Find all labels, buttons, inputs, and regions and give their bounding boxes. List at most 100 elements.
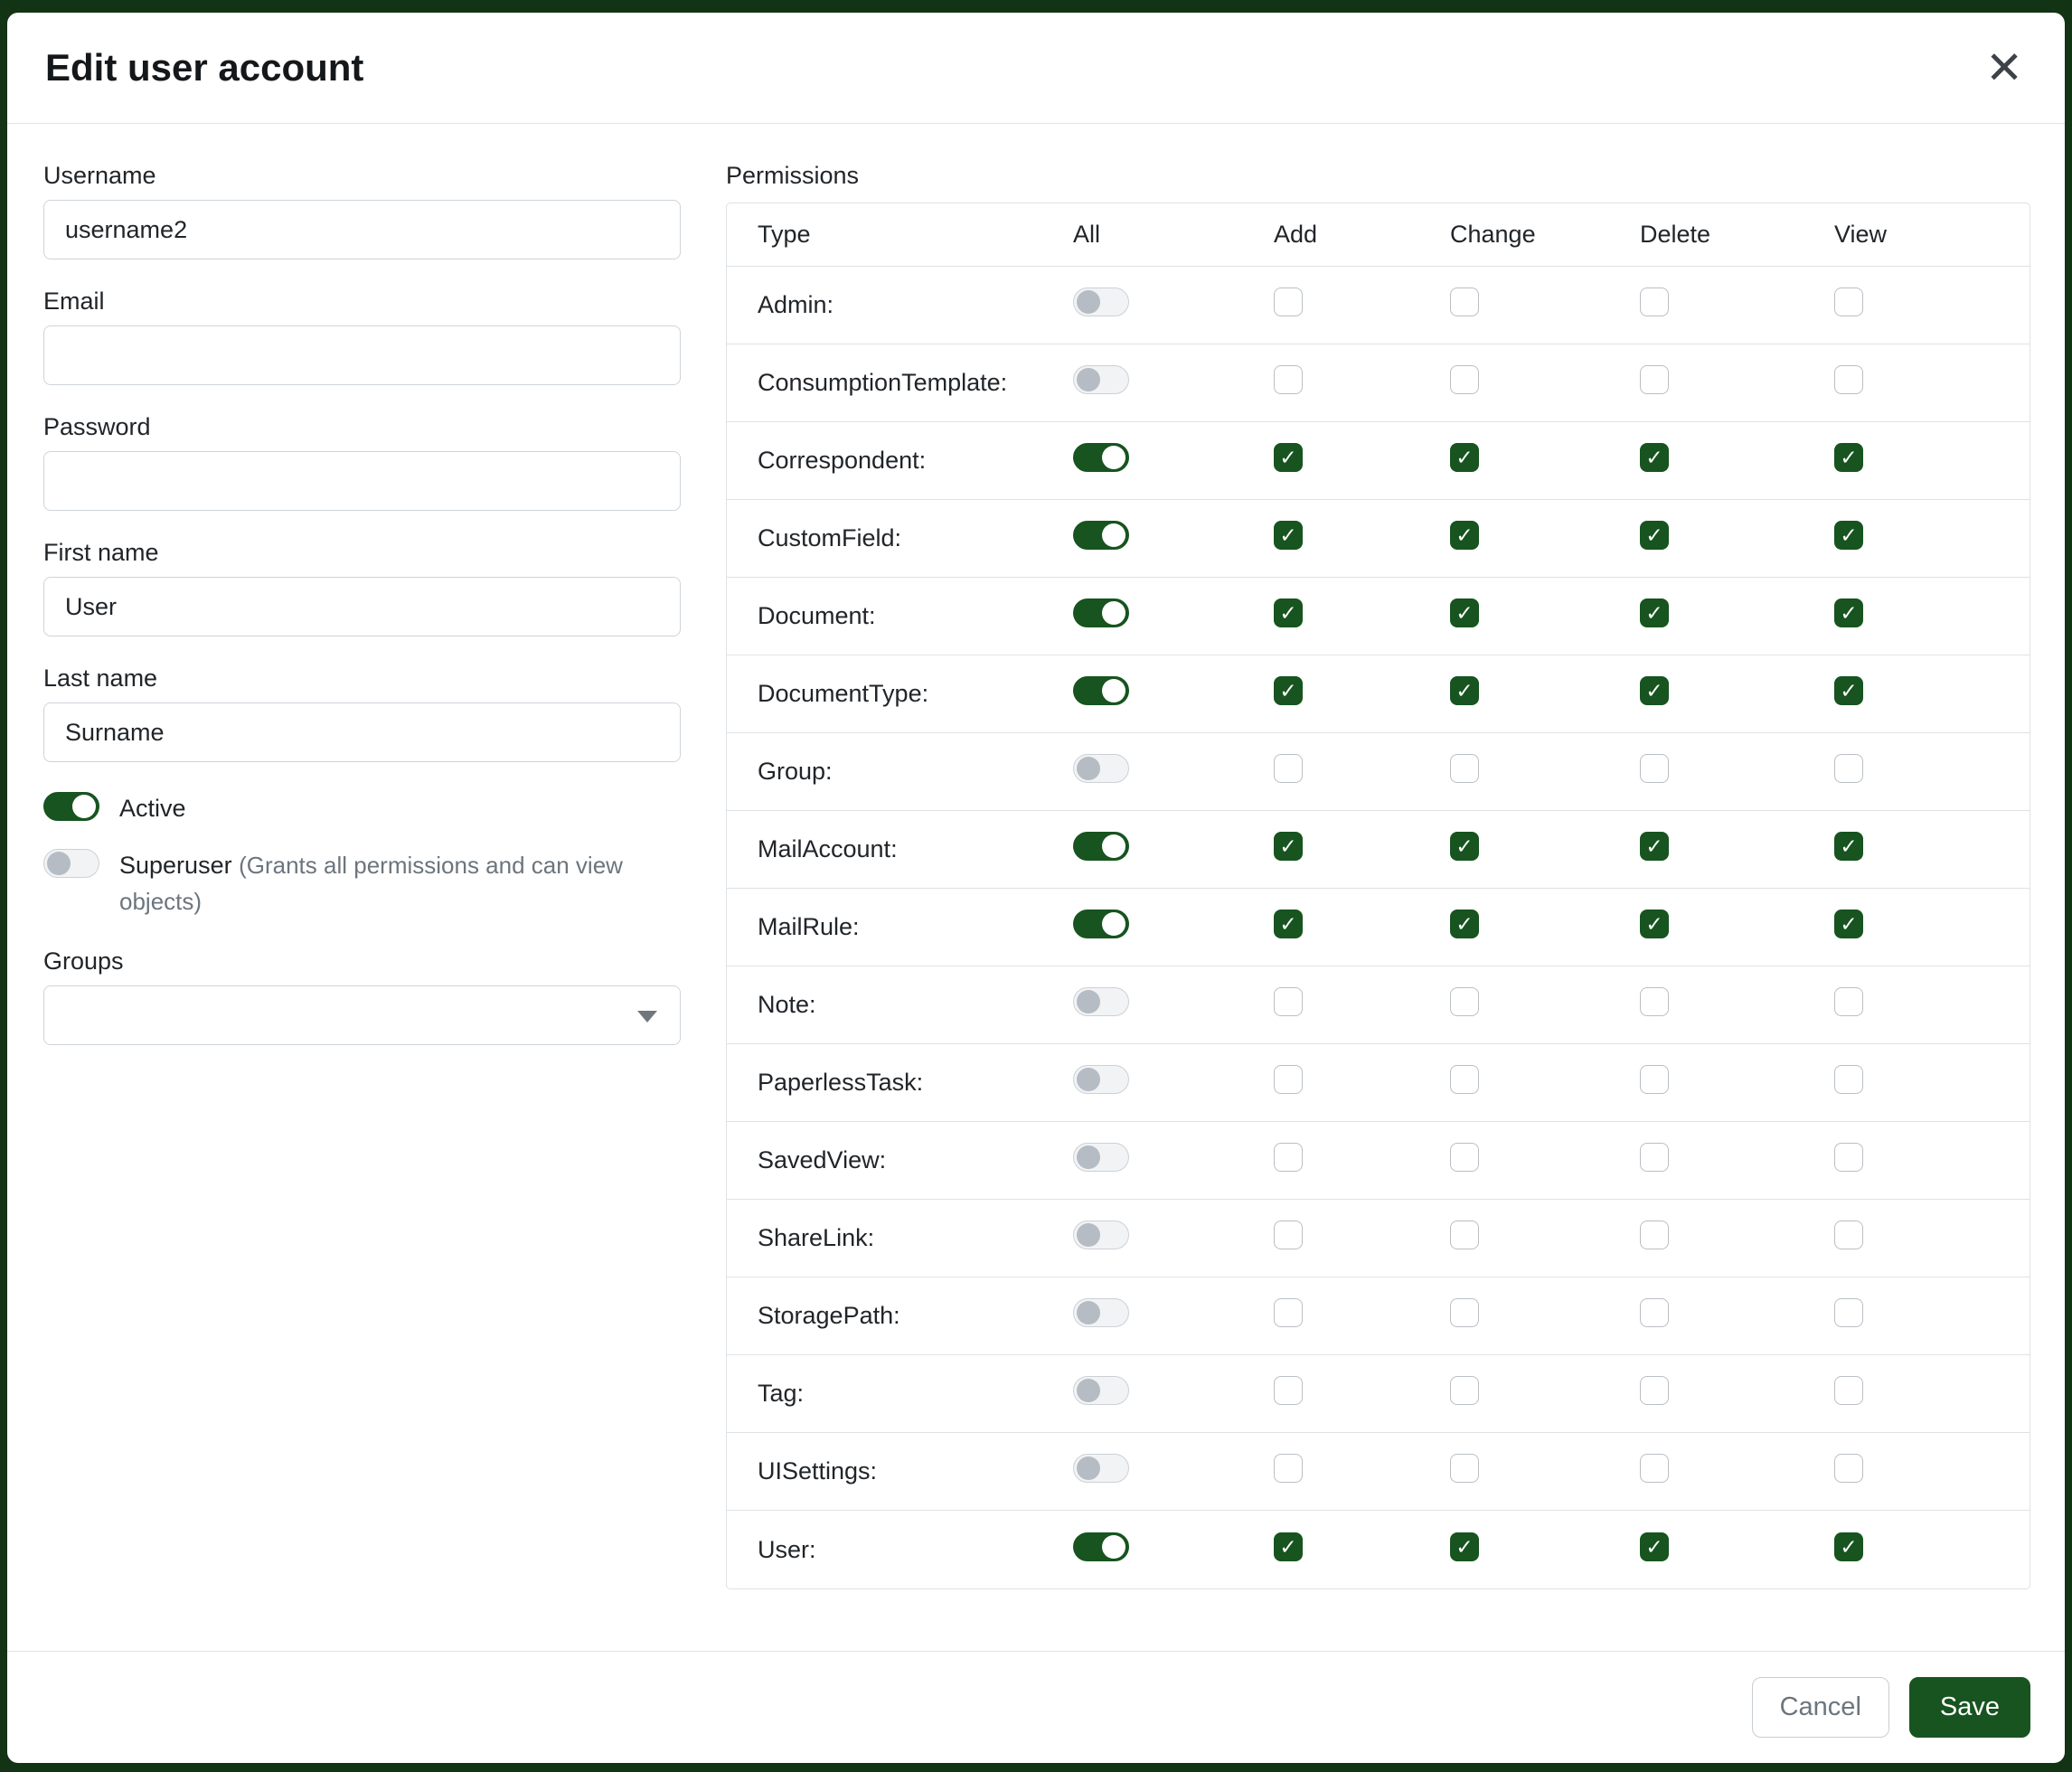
permission-delete-checkbox[interactable] — [1640, 599, 1669, 627]
permission-delete-checkbox[interactable] — [1640, 754, 1669, 783]
permission-all-toggle[interactable] — [1073, 1143, 1129, 1172]
permission-all-toggle[interactable] — [1073, 910, 1129, 938]
permission-delete-checkbox[interactable] — [1640, 443, 1669, 472]
permission-view-checkbox[interactable] — [1834, 1298, 1863, 1327]
permission-delete-checkbox[interactable] — [1640, 987, 1669, 1016]
permission-add-checkbox[interactable] — [1274, 365, 1303, 394]
permission-all-toggle[interactable] — [1073, 1376, 1129, 1405]
permission-delete-checkbox[interactable] — [1640, 521, 1669, 550]
save-button[interactable]: Save — [1909, 1677, 2030, 1738]
permission-delete-checkbox[interactable] — [1640, 676, 1669, 705]
permission-delete-checkbox[interactable] — [1640, 1298, 1669, 1327]
permission-all-toggle[interactable] — [1073, 754, 1129, 783]
permission-add-checkbox[interactable] — [1274, 1532, 1303, 1561]
active-row: Active — [43, 790, 681, 827]
permission-view-checkbox[interactable] — [1834, 521, 1863, 550]
permission-add-checkbox[interactable] — [1274, 832, 1303, 861]
permission-add-checkbox[interactable] — [1274, 521, 1303, 550]
permission-add-checkbox[interactable] — [1274, 443, 1303, 472]
permission-all-toggle[interactable] — [1073, 521, 1129, 550]
permission-delete-checkbox[interactable] — [1640, 1221, 1669, 1249]
permission-add-checkbox[interactable] — [1274, 599, 1303, 627]
last-name-field[interactable] — [43, 702, 681, 762]
permission-delete-checkbox[interactable] — [1640, 1532, 1669, 1561]
permission-all-toggle[interactable] — [1073, 1532, 1129, 1561]
permission-add-checkbox[interactable] — [1274, 910, 1303, 938]
permission-all-toggle[interactable] — [1073, 676, 1129, 705]
permission-add-checkbox[interactable] — [1274, 1221, 1303, 1249]
toggle-knob — [1077, 1379, 1100, 1402]
permission-all-toggle[interactable] — [1073, 599, 1129, 627]
permission-view-checkbox[interactable] — [1834, 1221, 1863, 1249]
groups-select[interactable] — [43, 985, 681, 1045]
permission-delete-checkbox[interactable] — [1640, 910, 1669, 938]
permission-change-checkbox[interactable] — [1450, 1143, 1479, 1172]
permission-view-checkbox[interactable] — [1834, 754, 1863, 783]
first-name-field[interactable] — [43, 577, 681, 636]
permission-add-checkbox[interactable] — [1274, 1376, 1303, 1405]
permission-view-checkbox[interactable] — [1834, 910, 1863, 938]
superuser-toggle[interactable] — [43, 849, 99, 878]
permission-change-checkbox[interactable] — [1450, 1065, 1479, 1094]
cancel-button[interactable]: Cancel — [1752, 1677, 1889, 1738]
permission-add-checkbox[interactable] — [1274, 287, 1303, 316]
permission-all-toggle[interactable] — [1073, 1298, 1129, 1327]
permission-change-checkbox[interactable] — [1450, 910, 1479, 938]
permission-delete-checkbox[interactable] — [1640, 1376, 1669, 1405]
permission-view-checkbox[interactable] — [1834, 1532, 1863, 1561]
permission-add-checkbox[interactable] — [1274, 1065, 1303, 1094]
permission-delete-checkbox[interactable] — [1640, 1065, 1669, 1094]
permission-view-checkbox[interactable] — [1834, 832, 1863, 861]
permission-all-toggle[interactable] — [1073, 832, 1129, 861]
groups-select-box[interactable] — [43, 985, 681, 1045]
permission-add-checkbox[interactable] — [1274, 987, 1303, 1016]
permission-view-checkbox[interactable] — [1834, 1376, 1863, 1405]
permission-all-toggle[interactable] — [1073, 443, 1129, 472]
permission-change-checkbox[interactable] — [1450, 599, 1479, 627]
permission-change-checkbox[interactable] — [1450, 1532, 1479, 1561]
permission-all-toggle[interactable] — [1073, 1454, 1129, 1483]
permission-change-checkbox[interactable] — [1450, 754, 1479, 783]
permission-add-checkbox[interactable] — [1274, 754, 1303, 783]
permission-change-checkbox[interactable] — [1450, 365, 1479, 394]
permission-add-checkbox[interactable] — [1274, 1454, 1303, 1483]
permission-delete-checkbox[interactable] — [1640, 832, 1669, 861]
permission-change-checkbox[interactable] — [1450, 443, 1479, 472]
permission-add-checkbox[interactable] — [1274, 1298, 1303, 1327]
permission-all-toggle[interactable] — [1073, 287, 1129, 316]
permission-view-checkbox[interactable] — [1834, 287, 1863, 316]
permission-all-toggle[interactable] — [1073, 365, 1129, 394]
permission-view-checkbox[interactable] — [1834, 599, 1863, 627]
permission-change-checkbox[interactable] — [1450, 832, 1479, 861]
permission-delete-checkbox[interactable] — [1640, 287, 1669, 316]
permission-change-checkbox[interactable] — [1450, 1298, 1479, 1327]
permission-all-toggle[interactable] — [1073, 1065, 1129, 1094]
password-field[interactable] — [43, 451, 681, 511]
permission-change-checkbox[interactable] — [1450, 521, 1479, 550]
permission-change-checkbox[interactable] — [1450, 987, 1479, 1016]
permission-view-checkbox[interactable] — [1834, 1454, 1863, 1483]
email-field[interactable] — [43, 325, 681, 385]
permission-view-checkbox[interactable] — [1834, 443, 1863, 472]
active-toggle[interactable] — [43, 792, 99, 821]
permission-view-checkbox[interactable] — [1834, 987, 1863, 1016]
permission-delete-checkbox[interactable] — [1640, 1454, 1669, 1483]
permission-change-checkbox[interactable] — [1450, 287, 1479, 316]
permission-change-checkbox[interactable] — [1450, 1454, 1479, 1483]
permission-view-checkbox[interactable] — [1834, 1065, 1863, 1094]
permission-add-checkbox[interactable] — [1274, 1143, 1303, 1172]
permission-change-checkbox[interactable] — [1450, 1376, 1479, 1405]
permission-view-checkbox[interactable] — [1834, 365, 1863, 394]
username-input[interactable] — [43, 200, 681, 259]
permission-all-toggle[interactable] — [1073, 1221, 1129, 1249]
close-icon[interactable]: ✕ — [1982, 45, 2027, 90]
permission-delete-checkbox[interactable] — [1640, 1143, 1669, 1172]
permission-all-toggle[interactable] — [1073, 987, 1129, 1016]
permission-delete-checkbox[interactable] — [1640, 365, 1669, 394]
permission-row: UISettings: — [727, 1433, 2030, 1511]
permission-view-checkbox[interactable] — [1834, 1143, 1863, 1172]
permission-add-checkbox[interactable] — [1274, 676, 1303, 705]
permission-change-checkbox[interactable] — [1450, 676, 1479, 705]
permission-view-checkbox[interactable] — [1834, 676, 1863, 705]
permission-change-checkbox[interactable] — [1450, 1221, 1479, 1249]
